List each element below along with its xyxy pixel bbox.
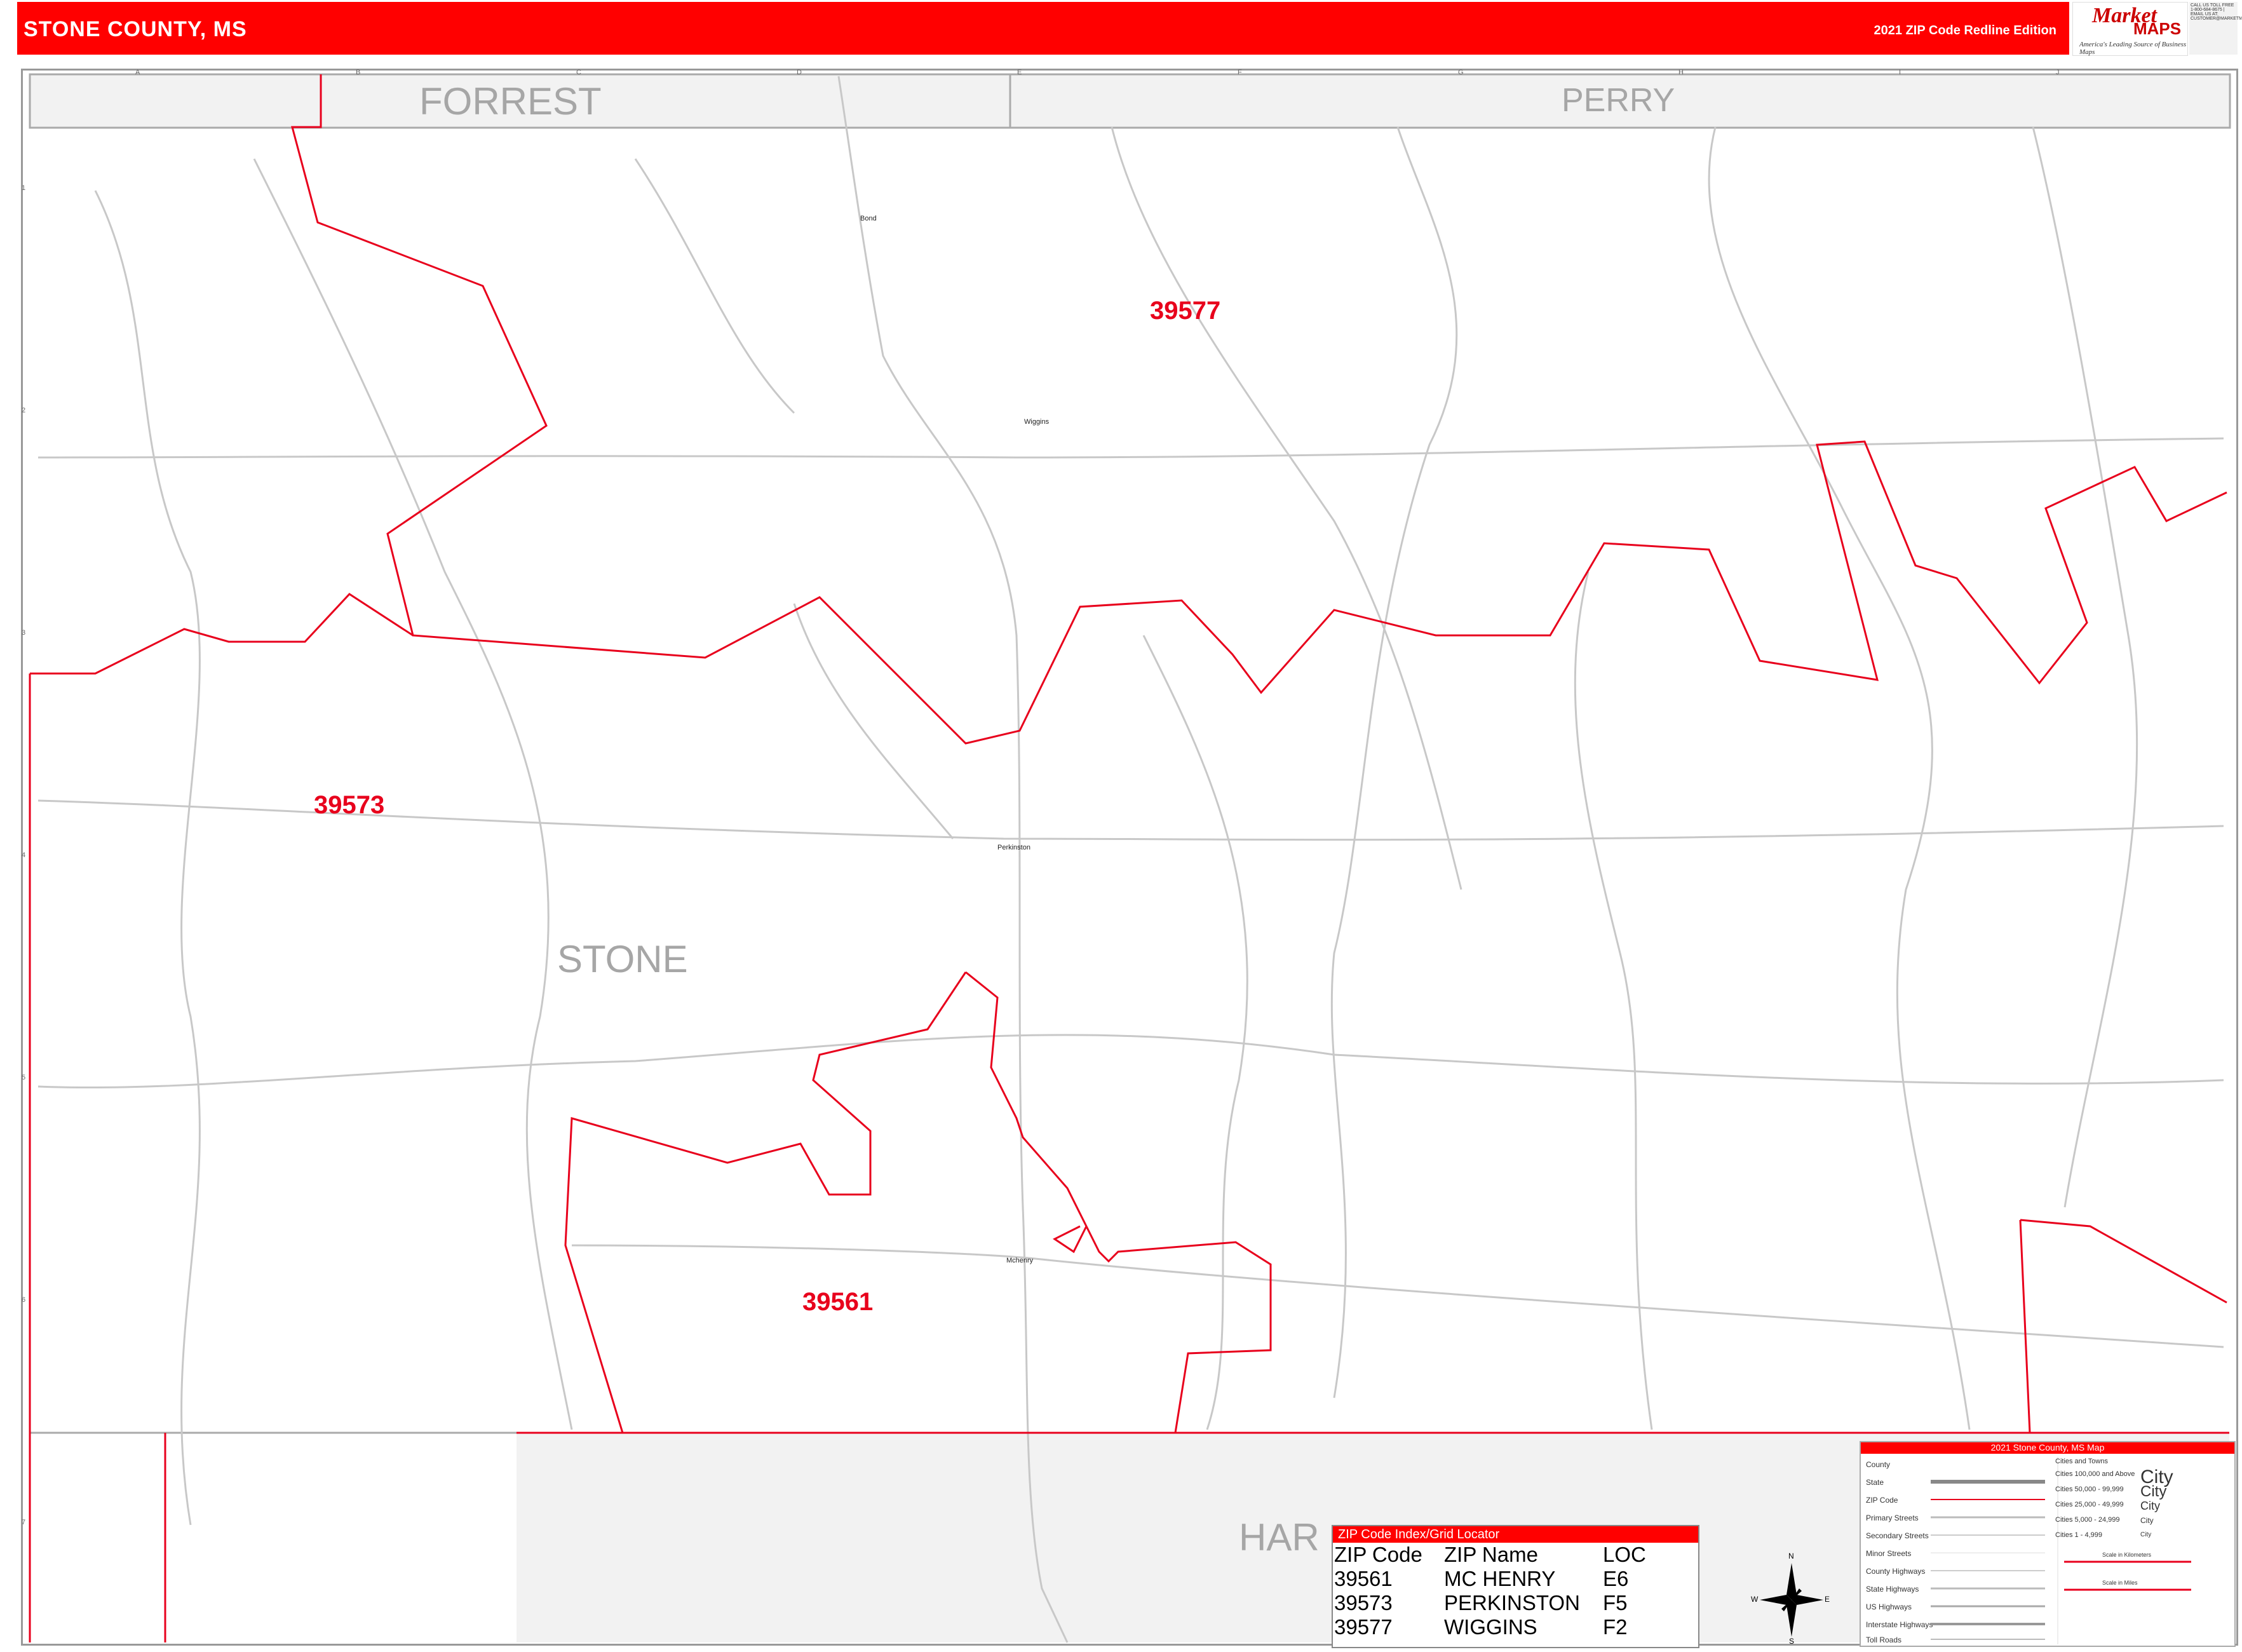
legend-city-sample: City <box>2140 1500 2160 1512</box>
grid-col-c: C <box>576 69 581 76</box>
zip-index-name: MC HENRY <box>1444 1567 1556 1590</box>
zip-index-col-zip: ZIP Code <box>1334 1543 1422 1566</box>
zip-index-name: WIGGINS <box>1444 1615 1537 1639</box>
town-wiggins: Wiggins <box>1024 418 1050 426</box>
county-label-perry: PERRY <box>1562 82 1675 119</box>
town-perkinston: Perkinston <box>997 844 1030 851</box>
zip-index-title: ZIP Code Index/Grid Locator <box>1333 1526 1698 1543</box>
legend-city-sample: City <box>2140 1531 2152 1538</box>
grid-row-1: 1 <box>22 184 26 192</box>
zip-index-loc: F5 <box>1603 1591 1628 1615</box>
county-label-forrest: FORREST <box>419 80 602 123</box>
grid-col-h: H <box>1678 69 1684 76</box>
grid-row-3: 3 <box>22 629 26 637</box>
grid-row-5: 5 <box>22 1074 26 1081</box>
map-legend: 2021 Stone County, MS Map County State Z… <box>1860 1441 2236 1647</box>
grid-col-b: B <box>356 69 361 76</box>
grid-col-g: G <box>1458 69 1464 76</box>
zip-index-header-row: ZIP Code ZIP Name LOC <box>1333 1543 1698 1567</box>
zip-index-table: ZIP Code Index/Grid Locator ZIP Code ZIP… <box>1332 1525 1699 1648</box>
zip-index-zip: 39573 <box>1334 1591 1393 1615</box>
legend-city-class: Cities 1 - 4,999 <box>2055 1531 2102 1539</box>
grid-col-a: A <box>135 69 140 76</box>
legend-city-class: Cities 5,000 - 24,999 <box>2055 1516 2120 1524</box>
zip-label-39573: 39573 <box>314 791 385 819</box>
zip-index-col-name: ZIP Name <box>1444 1543 1538 1566</box>
compass-n: N <box>1788 1552 1794 1561</box>
grid-row-4: 4 <box>22 851 26 859</box>
grid-col-j: J <box>2056 69 2060 76</box>
grid-col-e: E <box>1017 69 1022 76</box>
county-label-harrison: HAR <box>1239 1516 1320 1559</box>
town-mchenry: Mchenry <box>1006 1257 1034 1264</box>
zip-label-39561: 39561 <box>802 1288 874 1316</box>
legend-city-sample: City <box>2140 1483 2167 1500</box>
county-label-stone: STONE <box>557 938 688 980</box>
scale-mi-label: Scale in Miles <box>2102 1580 2138 1586</box>
legend-city-class: Cities 25,000 - 49,999 <box>2055 1501 2124 1508</box>
legend-city-class: Cities 50,000 - 99,999 <box>2055 1486 2124 1493</box>
grid-col-f: F <box>1238 69 1242 76</box>
grid-row-6: 6 <box>22 1296 26 1304</box>
compass-s: S <box>1789 1637 1795 1646</box>
legend-swatches <box>1931 1457 2191 1644</box>
zip-index-loc: F2 <box>1603 1615 1628 1639</box>
grid-col-d: D <box>797 69 802 76</box>
zip-index-row: 39561 MC HENRY E6 <box>1333 1567 1698 1591</box>
grid-row-2: 2 <box>22 407 26 414</box>
town-bond: Bond <box>860 215 877 222</box>
zip-index-zip: 39561 <box>1334 1567 1393 1590</box>
compass-e: E <box>1825 1595 1830 1604</box>
grid-col-i: I <box>1899 69 1901 76</box>
zip-index-col-loc: LOC <box>1603 1543 1646 1566</box>
compass-w: W <box>1751 1595 1759 1604</box>
grid-row-7: 7 <box>22 1519 26 1526</box>
zip-index-name: PERKINSTON <box>1444 1591 1580 1615</box>
legend-city-class: Cities 100,000 and Above <box>2055 1470 2135 1478</box>
map-frame <box>21 69 2238 1646</box>
zip-index-loc: E6 <box>1603 1567 1629 1590</box>
zip-label-39577: 39577 <box>1150 297 1221 325</box>
zip-index-zip: 39577 <box>1334 1615 1393 1639</box>
zip-index-row: 39573 PERKINSTON F5 <box>1333 1591 1698 1615</box>
legend-city-sample: City <box>2140 1516 2154 1525</box>
legend-cities-title: Cities and Towns <box>2055 1458 2108 1465</box>
compass-rose: N S E W <box>1751 1550 1830 1646</box>
zip-index-row: 39577 WIGGINS F2 <box>1333 1615 1698 1639</box>
compass-star-icon <box>1760 1563 1823 1637</box>
scale-km-label: Scale in Kilometers <box>2102 1552 2152 1558</box>
